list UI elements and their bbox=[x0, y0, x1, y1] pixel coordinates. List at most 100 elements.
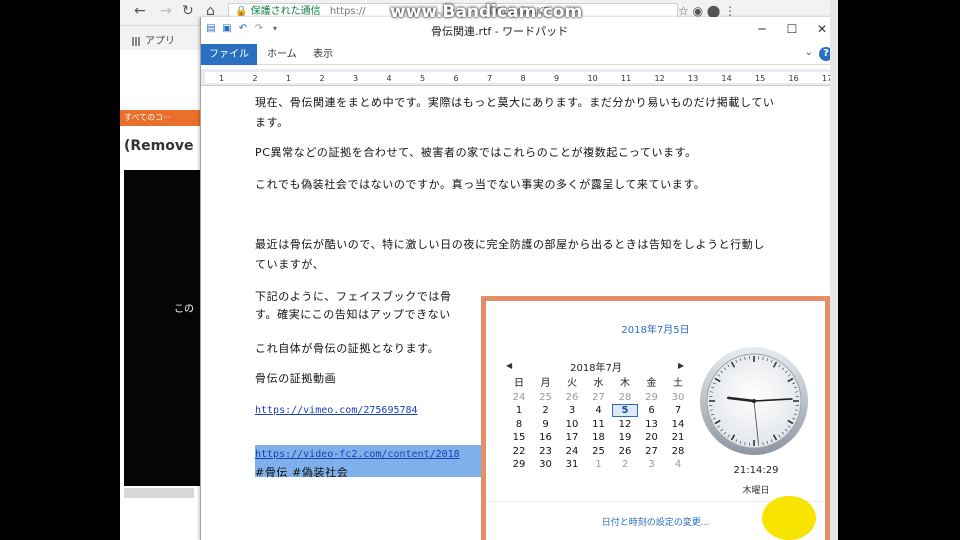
calendar-day[interactable]: 30 bbox=[665, 391, 691, 404]
calendar-day[interactable]: 26 bbox=[612, 445, 638, 458]
calendar-day[interactable]: 17 bbox=[559, 431, 585, 444]
ribbon-tabs: ファイル ホーム 表示 ⌄ ? bbox=[201, 44, 838, 65]
calendar-day[interactable]: 26 bbox=[559, 391, 585, 404]
ruler-number: 1 bbox=[286, 74, 292, 83]
chevron-down-icon[interactable]: ⌄ bbox=[805, 47, 813, 58]
ruler-number: 4 bbox=[386, 74, 392, 83]
redo-icon[interactable]: ↷ bbox=[253, 23, 265, 35]
calendar-day[interactable]: 19 bbox=[612, 431, 638, 444]
ruler[interactable]: 1 2 1 2 3 4 5 6 7 8 9 10 11 12 13 14 15 16 17 bbox=[201, 69, 838, 86]
browser-extension-icons[interactable]: ☆ ◉ ⬤ ⋮ bbox=[678, 4, 736, 18]
maximize-icon[interactable]: ☐ bbox=[777, 19, 807, 39]
calendar-day[interactable]: 20 bbox=[639, 431, 665, 444]
tab-file[interactable]: ファイル bbox=[201, 44, 257, 65]
calendar-day[interactable]: 28 bbox=[612, 391, 638, 404]
calendar-weekday: 火 bbox=[567, 378, 577, 389]
calendar-day[interactable]: 24 bbox=[559, 445, 585, 458]
side-tab[interactable]: すべてのコ··· bbox=[120, 110, 200, 126]
undo-icon[interactable]: ↶ bbox=[237, 23, 249, 35]
doc-paragraph: 現在、骨伝関連をまとめ中です。実際はもっと莫大にあります。まだ分かり易いものだけ… bbox=[255, 96, 775, 129]
calendar-day[interactable]: 21 bbox=[665, 431, 691, 444]
prev-month-icon[interactable]: ◀ bbox=[506, 361, 512, 370]
calendar-day[interactable]: 25 bbox=[586, 445, 612, 458]
calendar-day[interactable]: 14 bbox=[665, 418, 691, 431]
calendar-day[interactable]: 6 bbox=[639, 404, 665, 417]
calendar-day[interactable]: 30 bbox=[533, 458, 559, 471]
next-month-icon[interactable]: ▶ bbox=[678, 361, 684, 370]
calendar-day[interactable]: 3 bbox=[639, 458, 665, 471]
apps-label[interactable]: アプリ bbox=[145, 36, 175, 47]
customize-toolbar-icon[interactable]: ▾ bbox=[269, 23, 281, 35]
doc-paragraph: す。確実にこの告知はアップできない bbox=[255, 308, 451, 321]
calendar-day[interactable]: 29 bbox=[639, 391, 665, 404]
calendar-day[interactable]: 1 bbox=[586, 458, 612, 471]
cursor-highlight bbox=[762, 496, 816, 540]
back-icon[interactable]: ← bbox=[134, 3, 146, 19]
doc-paragraph: これでも偽装社会ではないのですか。真っ当でない事実の多くが露呈して来ています。 bbox=[255, 178, 706, 191]
calendar-day[interactable]: 13 bbox=[639, 418, 665, 431]
calendar-day[interactable]: 2 bbox=[612, 458, 638, 471]
calendar-day[interactable]: 27 bbox=[639, 445, 665, 458]
window-title: 骨伝関連.rtf - ワードパッド bbox=[431, 25, 569, 38]
apps-icon[interactable] bbox=[132, 36, 141, 46]
video-progress[interactable] bbox=[124, 488, 194, 498]
tab-home[interactable]: ホーム bbox=[259, 44, 305, 65]
ruler-number: 12 bbox=[654, 74, 665, 83]
calendar-day-today[interactable]: 5 bbox=[612, 404, 638, 417]
doc-paragraph: 下記のように、フェイスブックでは骨 bbox=[255, 290, 452, 303]
calendar-weekday: 木 bbox=[620, 378, 630, 389]
calendar-weekday: 土 bbox=[673, 378, 683, 389]
calendar-day[interactable]: 4 bbox=[665, 458, 691, 471]
ruler-number: 3 bbox=[353, 74, 359, 83]
ruler-number: 13 bbox=[688, 74, 699, 83]
calendar-day[interactable]: 11 bbox=[586, 418, 612, 431]
calendar-day[interactable]: 7 bbox=[665, 404, 691, 417]
calendar-grid: 日月火水木金土 24 25 26 27 28 29 30 1 2 3 4 5 6 7 8 9 10 11 12 13 14… bbox=[506, 377, 696, 472]
ruler-number: 11 bbox=[621, 74, 632, 83]
calendar-day[interactable]: 1 bbox=[506, 404, 532, 417]
remove-heading: (Remove bbox=[124, 138, 194, 154]
calendar-day[interactable]: 12 bbox=[612, 418, 638, 431]
wordpad-app-icon[interactable]: ▤ bbox=[205, 23, 217, 35]
calendar-day[interactable]: 4 bbox=[586, 404, 612, 417]
screen-edge bbox=[830, 0, 838, 540]
calendar-day[interactable]: 22 bbox=[506, 445, 532, 458]
weekday-label: 木曜日 bbox=[742, 486, 770, 496]
calendar-weekday: 金 bbox=[646, 378, 657, 389]
ruler-number: 10 bbox=[587, 74, 598, 83]
calendar-day[interactable]: 2 bbox=[533, 404, 559, 417]
ruler-number: 9 bbox=[554, 74, 560, 83]
digital-time: 21:14:29 bbox=[733, 465, 779, 476]
calendar-day[interactable]: 3 bbox=[559, 404, 585, 417]
calendar-day[interactable]: 31 bbox=[559, 458, 585, 471]
full-date-link[interactable]: 2018年7月5日 bbox=[486, 321, 825, 336]
ruler-number: 15 bbox=[755, 74, 766, 83]
calendar-day[interactable]: 8 bbox=[506, 418, 532, 431]
calendar-day[interactable]: 15 bbox=[506, 431, 532, 444]
save-icon[interactable]: ▣ bbox=[221, 23, 233, 35]
calendar-day[interactable]: 27 bbox=[586, 391, 612, 404]
tab-view[interactable]: 表示 bbox=[305, 44, 341, 65]
calendar-week-row: 22 23 24 25 26 27 28 bbox=[506, 445, 696, 459]
video-player[interactable]: この bbox=[124, 170, 200, 486]
ruler-number: 2 bbox=[252, 74, 258, 83]
forward-icon[interactable]: → bbox=[160, 3, 172, 19]
ruler-number: 5 bbox=[420, 74, 426, 83]
calendar-day[interactable]: 23 bbox=[533, 445, 559, 458]
calendar-day[interactable]: 9 bbox=[533, 418, 559, 431]
calendar-day[interactable]: 29 bbox=[506, 458, 532, 471]
calendar-month[interactable]: 2018年7月 bbox=[516, 359, 676, 374]
calendar-week-row: 15 16 17 18 19 20 21 bbox=[506, 431, 696, 445]
calendar-day[interactable]: 10 bbox=[559, 418, 585, 431]
calendar-day[interactable]: 16 bbox=[533, 431, 559, 444]
calendar-day[interactable]: 18 bbox=[586, 431, 612, 444]
ruler-number: 14 bbox=[721, 74, 732, 83]
calendar-day[interactable]: 28 bbox=[665, 445, 691, 458]
browser-page: すべてのコ··· (Remove この bbox=[120, 50, 200, 540]
video-caption: この bbox=[174, 304, 194, 315]
calendar-day[interactable]: 24 bbox=[506, 391, 532, 404]
video-link-2[interactable]: https://video-fc2.com/content/2018 bbox=[255, 445, 485, 465]
minimize-icon[interactable]: ─ bbox=[747, 19, 777, 39]
reload-icon[interactable]: ↻ bbox=[182, 3, 194, 19]
calendar-day[interactable]: 25 bbox=[533, 391, 559, 404]
